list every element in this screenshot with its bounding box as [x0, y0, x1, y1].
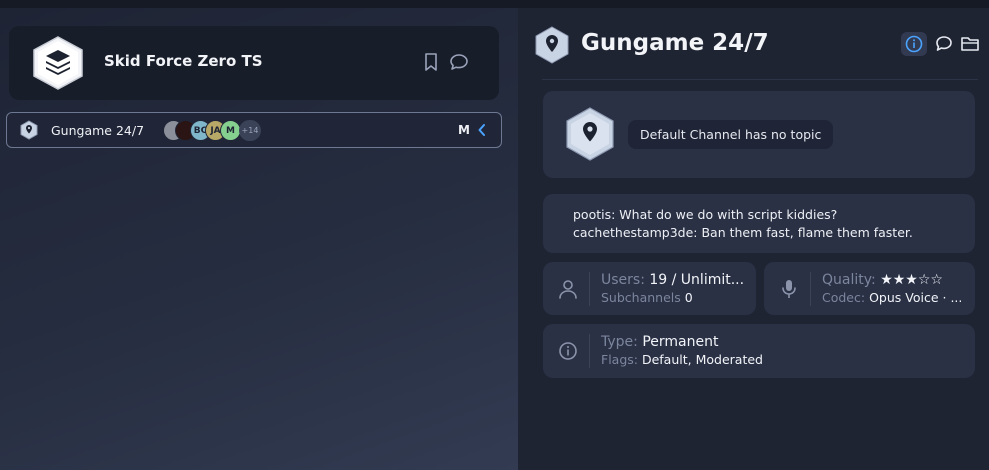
topic-card: Default Channel has no topic: [543, 91, 975, 178]
top-bar: [0, 0, 989, 8]
microphone-icon: [782, 280, 796, 298]
info-circle-icon: [559, 342, 577, 360]
quality-info-card: Quality: ★★★☆☆ Codec: Opus Voice · ...: [764, 262, 975, 315]
header-divider: [542, 79, 978, 80]
channel-icon: [566, 107, 614, 161]
server-header-card[interactable]: Skid Force Zero TS: [9, 26, 499, 100]
users-value: 19 / Unlimit...: [649, 272, 745, 288]
info-icon: [905, 35, 923, 53]
chat-message: cachethestamp3de: Ban them fast, flame t…: [573, 225, 913, 240]
codec-label: Codec:: [822, 290, 866, 305]
separator: [589, 334, 590, 368]
tab-info[interactable]: [901, 32, 927, 56]
channel-name: Gungame 24/7: [51, 123, 145, 138]
moderated-badge: M: [458, 123, 470, 137]
chat-message: pootis: What do we do with script kiddie…: [573, 207, 838, 222]
channel-row-gungame[interactable]: Gungame 24/7 BC JA M +14 M: [6, 112, 502, 148]
type-value: Permanent: [642, 334, 719, 350]
server-panel: Skid Force Zero TS Gungame 24/7 BC JA M …: [0, 8, 518, 470]
quality-stars: ★★★☆☆: [880, 272, 943, 288]
channel-title: Gungame 24/7: [581, 30, 769, 56]
server-chat-icon[interactable]: [449, 53, 469, 71]
quality-label: Quality:: [822, 272, 876, 288]
folder-icon: [961, 37, 979, 51]
channel-header-icon: [535, 26, 569, 64]
channel-avatars[interactable]: BC JA M +14: [163, 120, 273, 142]
chevron-left-icon[interactable]: [477, 122, 487, 138]
chat-icon: [936, 36, 952, 51]
bookmark-icon[interactable]: [423, 52, 439, 72]
subchannels-label: Subchannels: [601, 290, 681, 305]
server-name: Skid Force Zero TS: [104, 52, 263, 70]
type-info-card: Type: Permanent Flags: Default, Moderate…: [543, 324, 975, 378]
server-logo-icon: [33, 36, 83, 90]
flags-value: Default, Moderated: [641, 352, 763, 367]
codec-value: Opus Voice · ...: [869, 290, 963, 305]
chat-preview-card[interactable]: pootis: What do we do with script kiddie…: [543, 194, 975, 253]
type-label: Type:: [601, 334, 638, 350]
separator: [589, 272, 590, 306]
channel-detail-panel: Gungame 24/7 Default Channel has no topi…: [518, 8, 989, 470]
flags-label: Flags:: [601, 352, 638, 367]
channel-topic: Default Channel has no topic: [628, 120, 834, 149]
channel-icon: [20, 120, 38, 140]
more-users-count[interactable]: +14: [239, 120, 261, 141]
tab-files[interactable]: [957, 32, 983, 56]
detail-tabs: [901, 32, 989, 56]
user-icon: [559, 280, 577, 299]
subchannels-value: 0: [684, 290, 693, 305]
avatar[interactable]: M: [220, 120, 241, 141]
tab-chat[interactable]: [931, 32, 957, 56]
users-info-card: Users: 19 / Unlimit... Subchannels 0: [543, 262, 756, 315]
users-label: Users:: [601, 272, 645, 288]
separator: [810, 272, 811, 306]
